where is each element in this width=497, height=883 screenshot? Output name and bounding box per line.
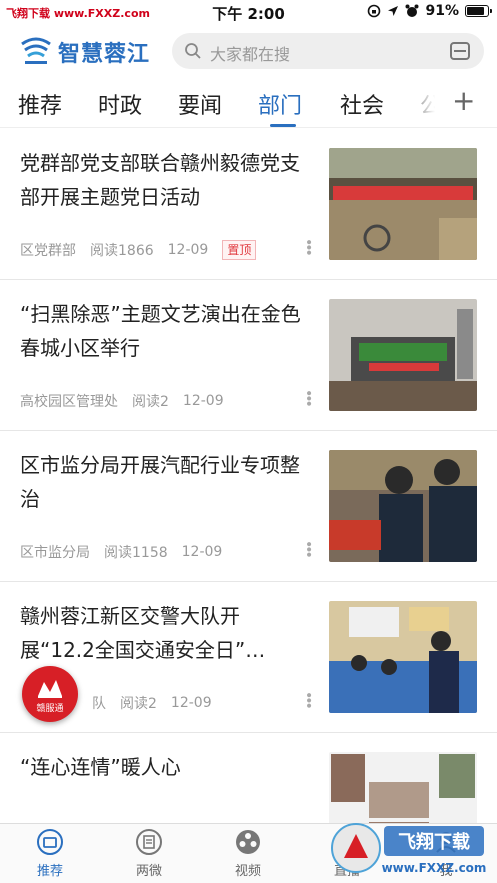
article-thumbnail: [329, 601, 477, 713]
article-source: 队: [92, 696, 106, 712]
site-watermark: 飞翔下载 www.FXXZ.com: [331, 823, 487, 875]
search-placeholder: 大家都在搜: [210, 45, 291, 64]
tab-politics[interactable]: 时政: [98, 88, 142, 120]
nav-video[interactable]: 视频: [218, 828, 278, 879]
article-date: 12-09: [181, 544, 223, 560]
ganfutong-logo-icon: [38, 680, 62, 698]
status-icons: 91%: [367, 3, 492, 19]
ganfutong-float-button[interactable]: 赣服通: [22, 666, 78, 722]
list-item[interactable]: 区市监分局开展汽配行业专项整治 区市监分局 阅读1158 12-09 •••: [0, 432, 497, 582]
battery-fill: [467, 7, 485, 15]
tab-departments[interactable]: 部门: [258, 88, 302, 120]
article-reads: 阅读2: [120, 696, 157, 712]
article-meta: 高校园区管理处 阅读2 12-09: [20, 391, 224, 411]
home-tab-icon: [37, 829, 63, 855]
tabs-fade: [396, 78, 452, 127]
nav-label: 两微: [135, 864, 162, 879]
channel-tabs: 推荐 时政 要闻 部门 社会 公 +: [0, 78, 497, 128]
article-meta: 队 阅读2 12-09: [92, 693, 212, 713]
add-channel-icon[interactable]: +: [452, 84, 475, 117]
more-options-icon[interactable]: •••: [300, 238, 316, 254]
search-icon: [185, 43, 201, 59]
battery-icon: [465, 5, 492, 17]
active-tab-indicator: [270, 124, 296, 127]
scan-icon[interactable]: [450, 42, 470, 60]
article-reads: 阅读2: [132, 394, 169, 410]
film-reel-icon: [236, 830, 260, 854]
article-source: 高校园区管理处: [20, 394, 118, 410]
battery-percent: 91%: [425, 3, 459, 19]
app-header: 智慧蓉江 大家都在搜: [0, 26, 497, 76]
article-title: 区市监分局开展汽配行业专项整治: [20, 453, 300, 511]
watermark-url-text: www.FXXZ.com: [382, 861, 487, 875]
search-input[interactable]: 大家都在搜: [172, 33, 484, 69]
alarm-icon: [405, 4, 419, 17]
article-date: 12-09: [167, 242, 209, 258]
article-meta: 区市监分局 阅读1158 12-09: [20, 542, 222, 562]
article-reads: 阅读1158: [104, 545, 168, 561]
nav-weibo-wechat[interactable]: 两微: [119, 828, 179, 879]
tab-news[interactable]: 要闻: [178, 88, 222, 120]
article-meta: 区党群部 阅读1866 12-09 置顶: [20, 240, 257, 260]
float-badge-label: 赣服通: [36, 704, 64, 714]
app-title: 智慧蓉江: [58, 42, 151, 67]
article-thumbnail: [329, 450, 477, 562]
list-item[interactable]: “扫黑除恶”主题文艺演出在金色春城小区举行 高校园区管理处 阅读2 12-09 …: [0, 281, 497, 431]
nav-recommend[interactable]: 推荐: [20, 828, 80, 879]
lock-rotation-icon: [368, 4, 381, 18]
article-title: 党群部党支部联合赣州毅德党支部开展主题党日活动: [20, 151, 300, 209]
article-source: 区党群部: [20, 243, 76, 259]
document-icon: [136, 829, 162, 855]
article-date: 12-09: [182, 393, 224, 409]
article-source: 区市监分局: [20, 545, 90, 561]
tab-recommend[interactable]: 推荐: [18, 88, 62, 120]
more-options-icon[interactable]: •••: [300, 691, 316, 707]
pinned-badge: 置顶: [222, 240, 257, 260]
article-reads: 阅读1866: [90, 243, 154, 259]
more-options-icon[interactable]: •••: [300, 540, 316, 556]
more-options-icon[interactable]: •••: [300, 389, 316, 405]
article-thumbnail: [329, 148, 477, 260]
article-title: 赣州蓉江新区交警大队开展“12.2全国交通安全日”…: [20, 604, 266, 662]
nav-label: 视频: [234, 864, 261, 879]
status-bar: 飞翔下载 www.FXXZ.com 下午 2:00 91%: [0, 0, 497, 26]
nav-label: 推荐: [36, 864, 63, 879]
watermark-logo-text: 飞翔下载: [398, 831, 470, 853]
article-date: 12-09: [170, 695, 212, 711]
list-item[interactable]: 党群部党支部联合赣州毅德党支部开展主题党日活动 区党群部 阅读1866 12-0…: [0, 130, 497, 280]
article-title: “扫黑除恶”主题文艺演出在金色春城小区举行: [20, 302, 301, 360]
article-title: “连心连情”暖人心: [20, 755, 181, 779]
app-logo-icon: [21, 37, 51, 64]
article-thumbnail: [329, 299, 477, 411]
location-icon: [388, 6, 399, 16]
tab-society[interactable]: 社会: [340, 88, 384, 120]
